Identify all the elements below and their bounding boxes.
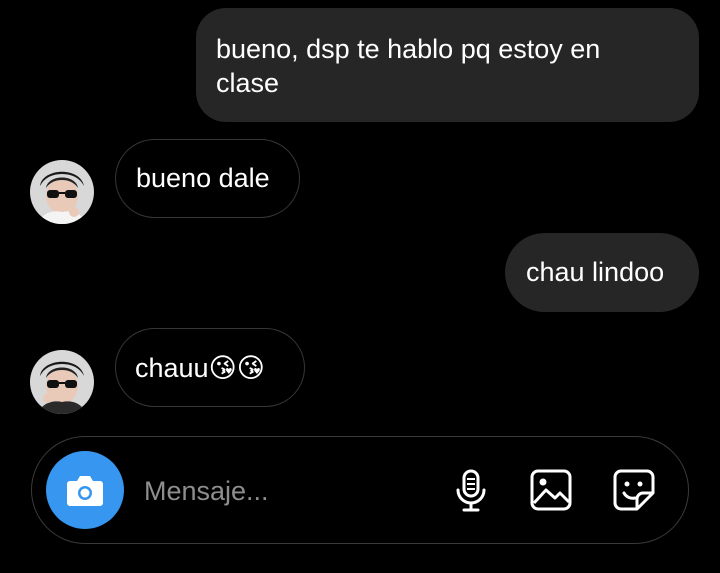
message-bubble-sent[interactable]: bueno, dsp te hablo pq estoy en clase — [196, 8, 699, 122]
microphone-button[interactable] — [446, 465, 496, 515]
sticker-button[interactable] — [609, 465, 659, 515]
message-input[interactable] — [144, 472, 424, 510]
message-text-line: bueno, dsp te hablo pq estoy en — [216, 34, 601, 64]
message-text: chauu😘😘 — [135, 353, 265, 383]
message-bubble-received[interactable]: chauu😘😘 — [115, 328, 305, 407]
message-text: bueno dale — [136, 163, 270, 193]
image-icon — [530, 469, 572, 511]
message-text: chau lindoo — [526, 257, 665, 287]
contact-avatar[interactable] — [30, 350, 94, 414]
contact-avatar[interactable] — [30, 160, 94, 224]
camera-button[interactable] — [46, 451, 124, 529]
sticker-icon — [613, 469, 655, 511]
message-composer — [31, 436, 689, 544]
microphone-icon — [456, 469, 486, 512]
message-bubble-sent[interactable]: chau lindoo — [505, 233, 699, 312]
gallery-button[interactable] — [526, 465, 576, 515]
camera-icon — [67, 476, 103, 506]
message-text-line: clase — [216, 68, 280, 98]
message-bubble-received[interactable]: bueno dale — [115, 139, 300, 218]
